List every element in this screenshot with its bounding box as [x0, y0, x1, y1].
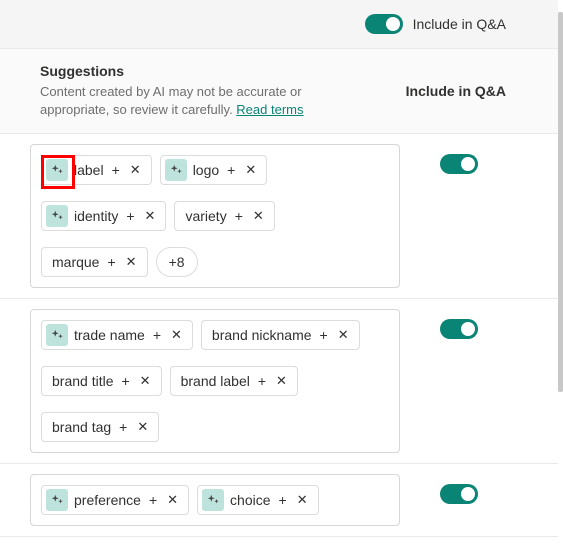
suggestion-chip[interactable]: preference + ✕: [41, 485, 189, 515]
group-row: trade name + ✕ brand nickname + ✕ brand title +…: [0, 299, 558, 464]
chip-remove-icon[interactable]: ✕: [135, 419, 150, 435]
chip-remove-icon[interactable]: ✕: [165, 492, 180, 508]
chip-remove-icon[interactable]: ✕: [169, 327, 184, 343]
chip-label: choice: [230, 492, 270, 508]
chip-add-icon[interactable]: +: [105, 254, 117, 270]
suggestion-chip[interactable]: brand nickname + ✕: [201, 320, 360, 350]
topbar: Include in Q&A: [0, 0, 558, 49]
chip-remove-icon[interactable]: ✕: [336, 327, 351, 343]
suggestions-help: Content created by AI may not be accurat…: [40, 83, 370, 119]
include-column-header: Include in Q&A: [406, 83, 506, 99]
suggestion-chip[interactable]: choice + ✕: [197, 485, 319, 515]
chip-add-icon[interactable]: +: [124, 208, 136, 224]
chip-label: preference: [74, 492, 141, 508]
chip-label: logo: [193, 162, 219, 178]
chip-remove-icon[interactable]: ✕: [138, 373, 153, 389]
group-row: preference + ✕ choice + ✕: [0, 464, 558, 537]
chip-remove-icon[interactable]: ✕: [124, 254, 139, 270]
chip-add-icon[interactable]: +: [256, 373, 268, 389]
chip-label: label: [74, 162, 104, 178]
topbar-toggle-label: Include in Q&A: [413, 16, 506, 32]
sparkle-icon: [46, 489, 68, 511]
topbar-include-toggle[interactable]: [365, 14, 403, 34]
chip-remove-icon[interactable]: ✕: [251, 208, 266, 224]
subheader: Suggestions Content created by AI may no…: [0, 49, 558, 134]
chip-add-icon[interactable]: +: [277, 492, 289, 508]
chip-label: trade name: [74, 327, 145, 343]
chip-add-icon[interactable]: +: [225, 162, 237, 178]
more-suggestions-chip[interactable]: +8: [156, 247, 198, 277]
suggestion-chip[interactable]: label + ✕: [41, 155, 152, 185]
chip-add-icon[interactable]: +: [151, 327, 163, 343]
suggestion-chip[interactable]: marque + ✕: [41, 247, 148, 277]
chip-label: brand label: [181, 373, 250, 389]
suggestion-chip[interactable]: variety + ✕: [174, 201, 274, 231]
topbar-toggle-row: Include in Q&A: [365, 14, 506, 34]
chip-remove-icon[interactable]: ✕: [128, 162, 143, 178]
group-toggle-column: [440, 309, 478, 339]
suggestion-chip-container: trade name + ✕ brand nickname + ✕ brand title +…: [30, 309, 400, 453]
group-toggle-column: [440, 144, 478, 174]
group-toggle-column: [440, 474, 478, 504]
suggestion-chip[interactable]: brand tag + ✕: [41, 412, 159, 442]
suggestion-chip[interactable]: identity + ✕: [41, 201, 166, 231]
suggestion-chip-container: preference + ✕ choice + ✕: [30, 474, 400, 526]
chip-label: marque: [52, 254, 99, 270]
chip-remove-icon[interactable]: ✕: [143, 208, 158, 224]
suggestion-chip-container: label + ✕ logo + ✕ identity + ✕ variety + ✕ marque + ✕…: [30, 144, 400, 288]
chip-add-icon[interactable]: +: [233, 208, 245, 224]
chip-label: brand title: [52, 373, 113, 389]
group-include-toggle[interactable]: [440, 319, 478, 339]
suggestion-chip[interactable]: brand title + ✕: [41, 366, 162, 396]
chip-remove-icon[interactable]: ✕: [295, 492, 310, 508]
chip-add-icon[interactable]: +: [110, 162, 122, 178]
chip-label: brand nickname: [212, 327, 312, 343]
suggestion-chip[interactable]: brand label + ✕: [170, 366, 298, 396]
chip-add-icon[interactable]: +: [117, 419, 129, 435]
sparkle-icon: [202, 489, 224, 511]
suggestions-title: Suggestions: [40, 63, 370, 79]
sparkle-icon: [46, 205, 68, 227]
group-row: label + ✕ logo + ✕ identity + ✕ variety + ✕ marque + ✕…: [0, 134, 558, 299]
chip-add-icon[interactable]: +: [318, 327, 330, 343]
read-terms-link[interactable]: Read terms: [236, 102, 303, 117]
suggestion-chip[interactable]: trade name + ✕: [41, 320, 193, 350]
sparkle-icon: [46, 324, 68, 346]
suggestion-chip[interactable]: logo + ✕: [160, 155, 268, 185]
scrollbar[interactable]: [558, 12, 563, 392]
chip-label: identity: [74, 208, 118, 224]
chip-add-icon[interactable]: +: [119, 373, 131, 389]
chip-add-icon[interactable]: +: [147, 492, 159, 508]
sparkle-icon: [165, 159, 187, 181]
sparkle-icon: [46, 159, 68, 181]
chip-label: variety: [185, 208, 226, 224]
chip-remove-icon[interactable]: ✕: [274, 373, 289, 389]
chip-label: brand tag: [52, 419, 111, 435]
group-include-toggle[interactable]: [440, 484, 478, 504]
group-include-toggle[interactable]: [440, 154, 478, 174]
chip-remove-icon[interactable]: ✕: [243, 162, 258, 178]
